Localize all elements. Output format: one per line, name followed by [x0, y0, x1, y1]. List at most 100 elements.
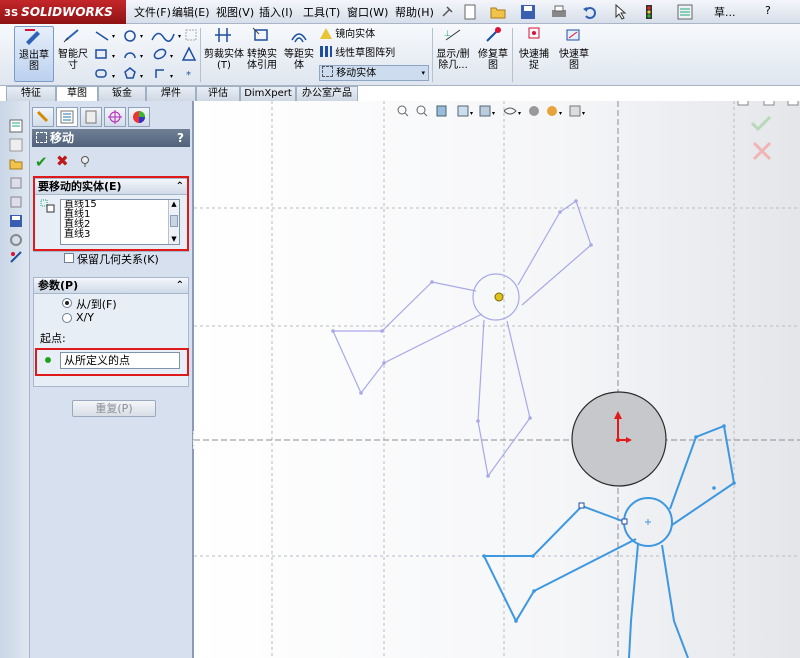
convert-label: 转换实体引用 — [247, 49, 277, 71]
tab-evaluate[interactable]: 评估 — [196, 86, 240, 101]
menu-edit[interactable]: 编辑(E) — [172, 4, 210, 20]
color-wheel-icon — [133, 111, 145, 123]
tab-sketch[interactable]: 草图 — [56, 86, 98, 101]
repair-sketch-icon — [486, 27, 501, 42]
relations-icon: ⊥ — [444, 29, 461, 41]
smart-dimension-button[interactable]: 智能尺寸 — [56, 26, 90, 71]
keep-relations-checkbox[interactable] — [64, 253, 74, 263]
convert-entities-button[interactable]: 转换实体引用 — [244, 26, 280, 71]
config-icon[interactable] — [9, 176, 23, 190]
open-folder-icon[interactable] — [490, 4, 506, 20]
trim-icon — [215, 28, 231, 42]
link-icon[interactable] — [9, 250, 23, 264]
tab-sheet-metal[interactable]: 钣金 — [98, 86, 146, 101]
settings-icon[interactable] — [9, 233, 23, 247]
group-title[interactable]: 参数(P) ⌃ — [34, 278, 188, 294]
dimxpert-tab[interactable] — [104, 107, 126, 127]
folder-icon[interactable] — [9, 157, 23, 171]
collapse-icon[interactable]: ⌃ — [176, 278, 184, 294]
sketch-tool-icon[interactable] — [9, 138, 23, 152]
offset-entities-button[interactable]: 等距实体 — [282, 26, 316, 71]
tab-weldments[interactable]: 焊件 — [146, 86, 196, 101]
featuremanager-tab[interactable] — [32, 107, 54, 127]
save-icon[interactable] — [520, 4, 536, 20]
menu-tools[interactable]: 工具(T) — [303, 4, 340, 20]
repair-sketch-button[interactable]: 修复草图 — [476, 26, 510, 71]
linear-pattern-button[interactable]: 线性草图阵列 — [320, 46, 395, 61]
ribbon-separator — [512, 28, 513, 82]
menu-help[interactable]: 帮助(H) — [395, 4, 434, 20]
menu-file[interactable]: 文件(F) — [134, 4, 171, 20]
pushpin-icon[interactable] — [79, 155, 91, 167]
reset-button[interactable]: 重复(P) — [72, 400, 156, 417]
display-delete-label: 显示/删除几... — [436, 49, 470, 71]
tab-features[interactable]: 特征 — [6, 86, 56, 101]
tree-icon — [36, 110, 49, 123]
selected-start-point[interactable] — [494, 292, 504, 302]
cancel-x-icon[interactable]: ✖ — [56, 152, 69, 170]
help-question-button[interactable]: ? — [765, 4, 771, 17]
keep-relations-label: 保留几何关系(K) — [77, 253, 159, 266]
solidworks-logo[interactable]: 3S SOLIDWORKS — [0, 0, 126, 24]
endpoint-handle[interactable] — [621, 518, 628, 525]
convert-icon — [252, 27, 268, 41]
pm-title: 移动 — [50, 131, 75, 145]
endpoint-handle[interactable] — [578, 502, 585, 509]
traffic-light-icon[interactable] — [641, 4, 657, 20]
move-icon — [322, 66, 333, 77]
smart-dimension-icon — [63, 29, 79, 43]
display-manager-tab[interactable] — [128, 107, 150, 127]
undo-icon[interactable] — [582, 4, 598, 20]
mirror-entities-button[interactable]: 镜向实体 — [320, 27, 375, 42]
linear-pattern-label: 线性草图阵列 — [335, 48, 396, 59]
display-delete-relations-button[interactable]: ⊥ 显示/删除几... — [434, 26, 472, 71]
menu-insert[interactable]: 插入(I) — [259, 4, 293, 20]
xy-radio[interactable] — [62, 313, 72, 323]
help-button[interactable]: ? — [177, 129, 184, 147]
svg-text:▾: ▾ — [140, 53, 143, 60]
ds-logo-mark: 3S — [4, 8, 19, 19]
svg-text:*: * — [186, 70, 191, 81]
sketch-origin — [571, 391, 667, 487]
move-label: 移动实体 — [336, 68, 377, 79]
sketch-entities-toolbar[interactable]: ▾ ▾ ▾ ▾ ▾ ▾ ▾ ▾ ▾ * — [94, 28, 198, 82]
quick-snaps-button[interactable]: 快速捕捉 — [516, 26, 552, 71]
save-icon[interactable] — [9, 214, 23, 228]
quick-snap-icon — [528, 27, 540, 39]
svg-text:⊥: ⊥ — [444, 29, 451, 38]
tab-office-products[interactable]: 办公室产品 — [296, 86, 358, 101]
from-to-radio[interactable] — [62, 298, 72, 308]
display-icon[interactable] — [9, 195, 23, 209]
sketch-canvas[interactable] — [194, 101, 800, 658]
graphics-area[interactable]: ▾ ▾ ▾ ▾ ▾ — [194, 101, 800, 658]
params-group-title: 参数(P) — [38, 279, 79, 292]
ok-check-icon[interactable]: ✔ — [35, 153, 48, 171]
property-manager: 移动 ? ✔ ✖ 要移动的实体(E) ⌃ 直线15 直线1 直线2 直线3 ▲ ▼… — [30, 101, 192, 658]
configurationmanager-tab[interactable] — [80, 107, 102, 127]
rapid-sketch-button[interactable]: 快速草图 — [556, 26, 592, 71]
select-arrow-icon[interactable] — [613, 4, 629, 20]
svg-text:▾: ▾ — [178, 33, 181, 40]
exit-sketch-button[interactable]: 退出草图 — [14, 26, 54, 82]
trim-entities-button[interactable]: 剪裁实体(T) — [204, 26, 244, 71]
tab-dimxpert[interactable]: DimXpert — [240, 86, 296, 101]
propertymanager-tab[interactable] — [56, 107, 78, 127]
command-manager: 退出草图 智能尺寸 ▾ ▾ ▾ ▾ ▾ ▾ ▾ ▾ ▾ * 剪裁实体(T) 转换… — [0, 24, 800, 86]
sketch-grid — [194, 101, 800, 658]
command-tabs: 特征 草图 钣金 焊件 评估 DimXpert 办公室产品 — [0, 86, 800, 101]
menu-view[interactable]: 视图(V) — [216, 4, 254, 20]
exit-sketch-label: 退出草图 — [19, 50, 49, 72]
pin-icon[interactable] — [439, 4, 455, 20]
svg-text:▾: ▾ — [170, 73, 173, 80]
menu-window[interactable]: 窗口(W) — [347, 4, 388, 20]
print-icon[interactable] — [551, 4, 567, 20]
new-document-icon[interactable] — [462, 4, 478, 20]
mirror-label: 镜向实体 — [335, 29, 376, 40]
left-icon-strip — [0, 101, 30, 658]
config-icon — [85, 110, 97, 124]
move-entities-dropdown[interactable]: 移动实体 ▾ — [319, 65, 429, 81]
feature-tree-icon[interactable] — [9, 119, 23, 133]
move-icon — [36, 132, 47, 143]
highlight-box-start-point — [35, 348, 189, 376]
options-icon[interactable] — [677, 4, 693, 20]
